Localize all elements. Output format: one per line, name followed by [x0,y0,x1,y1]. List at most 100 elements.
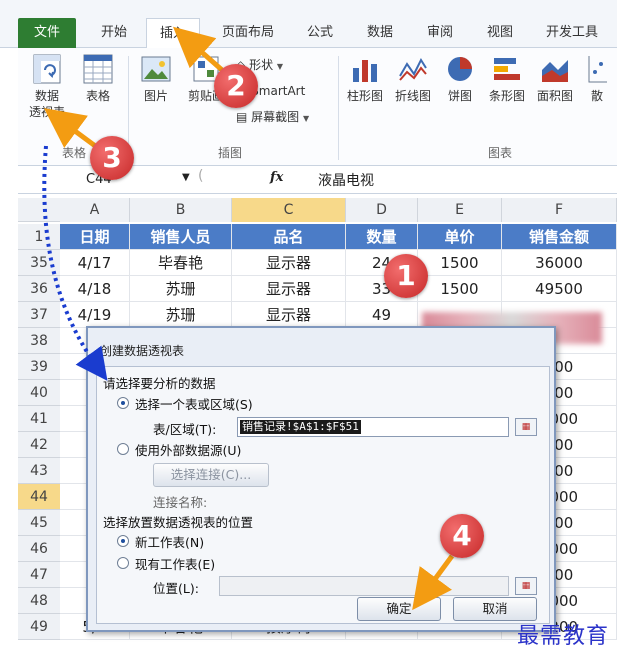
table-button[interactable]: 表格 [78,54,118,104]
radio-new-worksheet[interactable] [117,535,129,547]
radio-existing-worksheet[interactable] [117,557,129,569]
radio-external-source[interactable] [117,443,129,455]
column-header[interactable]: D [346,198,418,222]
row-header[interactable]: 37 [18,302,60,328]
chevron-down-icon[interactable]: ▼ [182,172,190,183]
table-header-cell[interactable]: 销售金额 [502,224,617,250]
formula-input[interactable]: 液晶电视 [318,170,374,190]
row-header[interactable]: 38 [18,328,60,354]
step-badge: 1 [384,254,428,298]
pivot-table-label: 数据 透视表 [28,89,65,119]
row-header[interactable]: 36 [18,276,60,302]
tab-page-layout[interactable]: 页面布局 [212,18,284,48]
table-icon [83,54,113,84]
choose-connection-button[interactable]: 选择连接(C)... [153,463,269,487]
pie-chart-icon [448,57,472,81]
radio-existing-worksheet-label[interactable]: 现有工作表(E) [135,554,215,573]
ok-button[interactable]: 确定 [357,597,441,621]
table-cell[interactable]: 49 [346,302,418,328]
section-analyze-label: 请选择要分析的数据 [103,376,216,391]
range-picker-icon[interactable]: ▦ [515,418,537,436]
row-header[interactable]: 44 [18,484,60,510]
tab-file[interactable]: 文件 [18,18,76,48]
table-cell[interactable]: 1500 [418,250,502,276]
column-header[interactable]: B [130,198,232,222]
location-label: 位置(L): [153,581,199,596]
row-header[interactable]: 49 [18,614,60,640]
line-chart-label: 折线图 [394,89,431,103]
table-header-cell[interactable]: 单价 [418,224,502,250]
column-header[interactable]: E [418,198,502,222]
fx-icon[interactable]: fx [270,170,283,185]
table-cell[interactable]: 显示器 [232,250,346,276]
line-chart-icon [399,57,427,81]
table-header-cell[interactable]: 销售人员 [130,224,232,250]
select-all-corner[interactable] [18,198,60,222]
table-cell[interactable]: 毕春艳 [130,250,232,276]
radio-select-range-label[interactable]: 选择一个表或区域(S) [135,394,253,413]
row-header[interactable]: 39 [18,354,60,380]
scatter-chart-button[interactable]: 散 [582,54,612,104]
area-chart-label: 面积图 [536,89,573,103]
column-header[interactable]: C [232,198,346,222]
row-header[interactable]: 1 [18,224,60,250]
column-header[interactable]: A [60,198,130,222]
shapes-label: 形状 [249,58,274,72]
location-input[interactable] [219,576,509,596]
table-cell[interactable]: 苏珊 [130,302,232,328]
row-header[interactable]: 43 [18,458,60,484]
tab-data[interactable]: 数据 [356,18,404,48]
table-cell[interactable]: 49500 [502,276,617,302]
table-header-cell[interactable]: 品名 [232,224,346,250]
location-picker-icon[interactable]: ▦ [515,577,537,595]
chevron-down-icon: ▼ [303,114,310,123]
tab-review[interactable]: 审阅 [416,18,464,48]
dialog-body: 请选择要分析的数据 选择一个表或区域(S) 表/区域(T): 销售记录!$A$1… [96,366,550,624]
bar-chart-icon [494,58,520,80]
ribbon-tab-bar: 文件 开始 插入 页面布局 公式 数据 审阅 视图 开发工具 [0,0,617,48]
table-header-cell[interactable]: 数量 [346,224,418,250]
radio-external-source-label[interactable]: 使用外部数据源(U) [135,440,241,459]
table-header-cell[interactable]: 日期 [60,224,130,250]
radio-select-range[interactable] [117,397,129,409]
row-header[interactable]: 46 [18,536,60,562]
picture-button[interactable]: 图片 [136,54,176,104]
table-cell[interactable]: 苏珊 [130,276,232,302]
row-header[interactable]: 35 [18,250,60,276]
row-header[interactable]: 48 [18,588,60,614]
table-cell[interactable]: 4/19 [60,302,130,328]
pivot-table-icon [33,54,61,84]
row-header[interactable]: 41 [18,406,60,432]
table-label: 表格 [85,89,110,103]
bar-chart-label: 条形图 [488,89,525,103]
screenshot-button[interactable]: ▤ 屏幕截图 ▼ [236,108,309,126]
tab-formulas[interactable]: 公式 [296,18,344,48]
table-cell[interactable]: 显示器 [232,302,346,328]
dialog-title: 创建数据透视表 [100,344,185,358]
table-cell[interactable]: 1500 [418,276,502,302]
line-chart-button[interactable]: 折线图 [390,54,436,104]
table-cell[interactable]: 4/18 [60,276,130,302]
create-pivot-dialog: 创建数据透视表 请选择要分析的数据 选择一个表或区域(S) 表/区域(T): 销… [86,326,556,632]
row-header[interactable]: 42 [18,432,60,458]
radio-new-worksheet-label[interactable]: 新工作表(N) [135,532,204,551]
row-header[interactable]: 47 [18,562,60,588]
row-header[interactable]: 45 [18,510,60,536]
tab-insert[interactable]: 插入 [146,18,200,48]
tab-view[interactable]: 视图 [476,18,524,48]
range-input[interactable]: 销售记录!$A$1:$F$51 [237,417,509,437]
tab-home[interactable]: 开始 [90,18,138,48]
bar-chart-button[interactable]: 条形图 [484,54,530,104]
watermark: 最需教育 [516,624,609,649]
column-header[interactable]: F [502,198,617,222]
pivot-table-button[interactable]: 数据 透视表 [22,54,72,120]
table-cell[interactable]: 显示器 [232,276,346,302]
area-chart-button[interactable]: 面积图 [532,54,578,104]
table-cell[interactable]: 4/17 [60,250,130,276]
scatter-chart-icon [588,56,607,83]
table-cell[interactable]: 36000 [502,250,617,276]
tab-developer[interactable]: 开发工具 [536,18,608,48]
row-header[interactable]: 40 [18,380,60,406]
column-chart-button[interactable]: 柱形图 [342,54,388,104]
pie-chart-button[interactable]: 饼图 [440,54,480,104]
